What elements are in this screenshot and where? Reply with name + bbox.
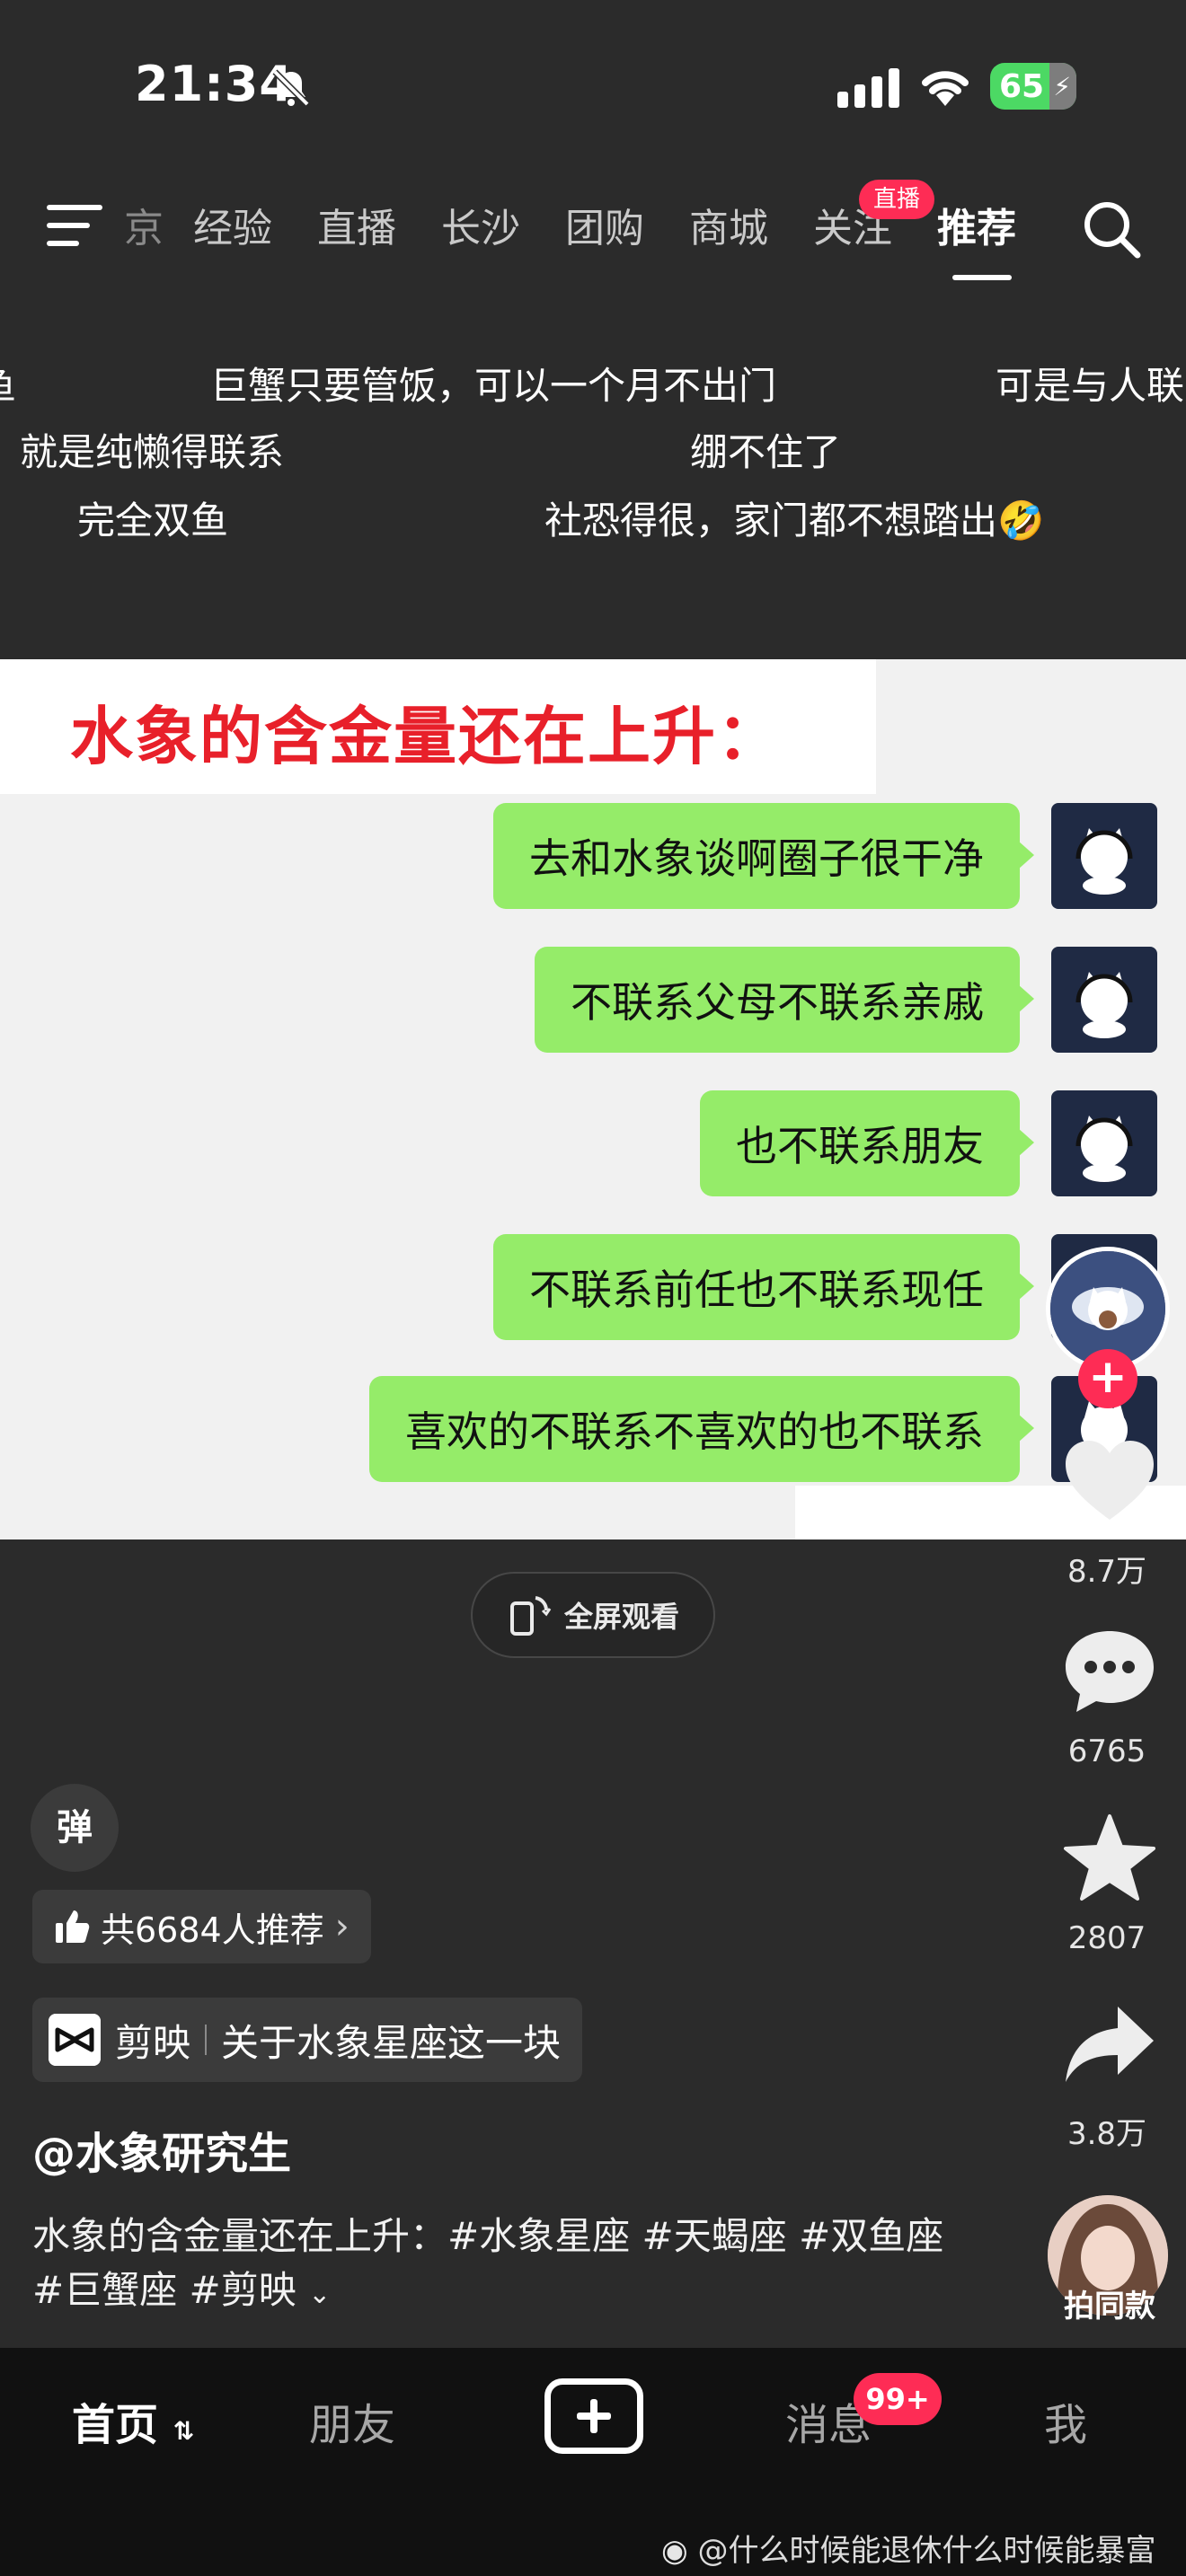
danmaku-comment: 社恐得很，家门都不想踏出🤣 <box>544 498 1045 543</box>
video-player[interactable]: 水象的含金量还在上升： 去和水象谈啊圈子很干净 不联系父母不联系亲戚 也不联系朋… <box>0 659 1186 1539</box>
tab-group-buy[interactable]: 团购 <box>543 196 667 253</box>
recommend-chip[interactable]: 共6684人推荐 › <box>32 1890 371 1963</box>
capcut-template-chip[interactable]: 剪映 关于水象星座这一块 <box>32 1998 583 2082</box>
tab-live[interactable]: 直播 <box>295 196 419 253</box>
chat-bubble: 不联系父母不联系亲戚 <box>535 947 1034 1053</box>
weibo-logo-icon: ◉ <box>661 2533 688 2569</box>
bell-mute-icon <box>272 69 310 107</box>
share-count: 3.8万 <box>1067 2116 1147 2152</box>
comment-count: 6765 <box>1067 1734 1146 1769</box>
live-badge: 直播 <box>859 180 934 219</box>
favorite-count: 2807 <box>1067 1920 1146 1956</box>
watermark-text: @什么时候能退休什么时候能暴富 <box>697 2533 1156 2569</box>
tab-changsha[interactable]: 长沙 <box>419 196 543 253</box>
tab-friends[interactable]: 朋友 <box>309 2389 395 2452</box>
danmaku-comment: 鱼 <box>0 356 16 410</box>
like-count: 8.7万 <box>1067 1554 1147 1590</box>
app-topic: 关于水象星座这一块 <box>221 2020 562 2065</box>
capcut-logo-icon <box>49 2014 101 2066</box>
chat-bubble: 喜欢的不联系不喜欢的也不联系 <box>369 1376 1034 1482</box>
app-name: 剪映 <box>115 2020 191 2065</box>
video-title-text: 水象的含金量还在上升： <box>70 700 782 773</box>
menu-icon[interactable] <box>47 203 102 248</box>
danmaku-comment: 可是与人联 <box>996 364 1185 408</box>
tab-mall[interactable]: 商城 <box>667 196 791 253</box>
danmaku-comment: 巨蟹只要管饭，可以一个月不出门 <box>210 364 777 408</box>
search-icon[interactable] <box>1082 199 1141 259</box>
wifi-icon <box>922 71 969 106</box>
create-post-button[interactable] <box>544 2378 643 2454</box>
rotate-screen-icon <box>509 1596 552 1636</box>
danmaku-toggle-button[interactable]: 弹 <box>31 1784 119 1872</box>
plus-icon <box>577 2399 611 2433</box>
video-description[interactable]: 水象的含金量还在上升：#水象星座 #天蝎座 #双鱼座 #巨蟹座 #剪映 ⌄ <box>32 2210 949 2322</box>
danmaku-comment: 绷不住了 <box>690 430 842 474</box>
battery-indicator: 65 ⚡ <box>990 63 1076 110</box>
message-count-badge: 99+ <box>854 2373 942 2425</box>
share-icon[interactable] <box>1060 2001 1159 2091</box>
chat-avatar <box>1051 947 1157 1053</box>
same-style-label[interactable]: 拍同款 <box>1033 2281 1186 2325</box>
description-text: 水象的含金量还在上升：#水象星座 #天蝎座 #双鱼座 #巨蟹座 #剪映 <box>32 2214 944 2312</box>
tab-experience[interactable]: 经验 <box>171 196 295 253</box>
follow-button[interactable]: + <box>1078 1349 1137 1408</box>
chat-avatar <box>1051 803 1157 909</box>
chat-bubble: 不联系前任也不联系现任 <box>493 1234 1034 1340</box>
chat-bubble: 去和水象谈啊圈子很干净 <box>493 803 1034 909</box>
battery-level: 65 <box>999 67 1045 105</box>
cellular-signal-icon <box>837 68 899 108</box>
comment-icon[interactable] <box>1060 1626 1159 1716</box>
fullscreen-label: 全屏观看 <box>563 1600 679 1634</box>
active-tab-indicator <box>952 275 1012 280</box>
star-icon[interactable] <box>1060 1813 1159 1902</box>
switch-arrows-icon: ⇅ <box>173 2416 195 2446</box>
danmaku-comment: 完全双鱼 <box>77 498 229 543</box>
expand-chevron-icon[interactable]: ⌄ <box>308 2279 331 2310</box>
tab-jing[interactable]: 京 <box>117 196 171 253</box>
recommend-count: 共6684人推荐 <box>101 1910 324 1950</box>
chevron-right-icon: › <box>334 1906 350 1947</box>
heart-icon[interactable] <box>1060 1437 1159 1527</box>
charging-bolt-icon: ⚡ <box>1053 72 1071 101</box>
fullscreen-button[interactable]: 全屏观看 <box>471 1572 715 1658</box>
weibo-watermark: ◉ @什么时候能退休什么时候能暴富 <box>661 2526 1155 2570</box>
chat-avatar <box>1051 1090 1157 1196</box>
tab-me[interactable]: 我 <box>1044 2389 1087 2452</box>
tab-home-label: 首页 <box>72 2400 159 2450</box>
tab-home[interactable]: 首页 ⇅ <box>72 2389 194 2452</box>
danmaku-comment: ，就是纯懒得联系 <box>0 430 285 474</box>
chat-bubble: 也不联系朋友 <box>700 1090 1034 1196</box>
chip-divider <box>205 2025 208 2055</box>
thumbs-up-icon <box>56 1910 90 1943</box>
author-name[interactable]: @水象研究生 <box>32 2118 291 2181</box>
